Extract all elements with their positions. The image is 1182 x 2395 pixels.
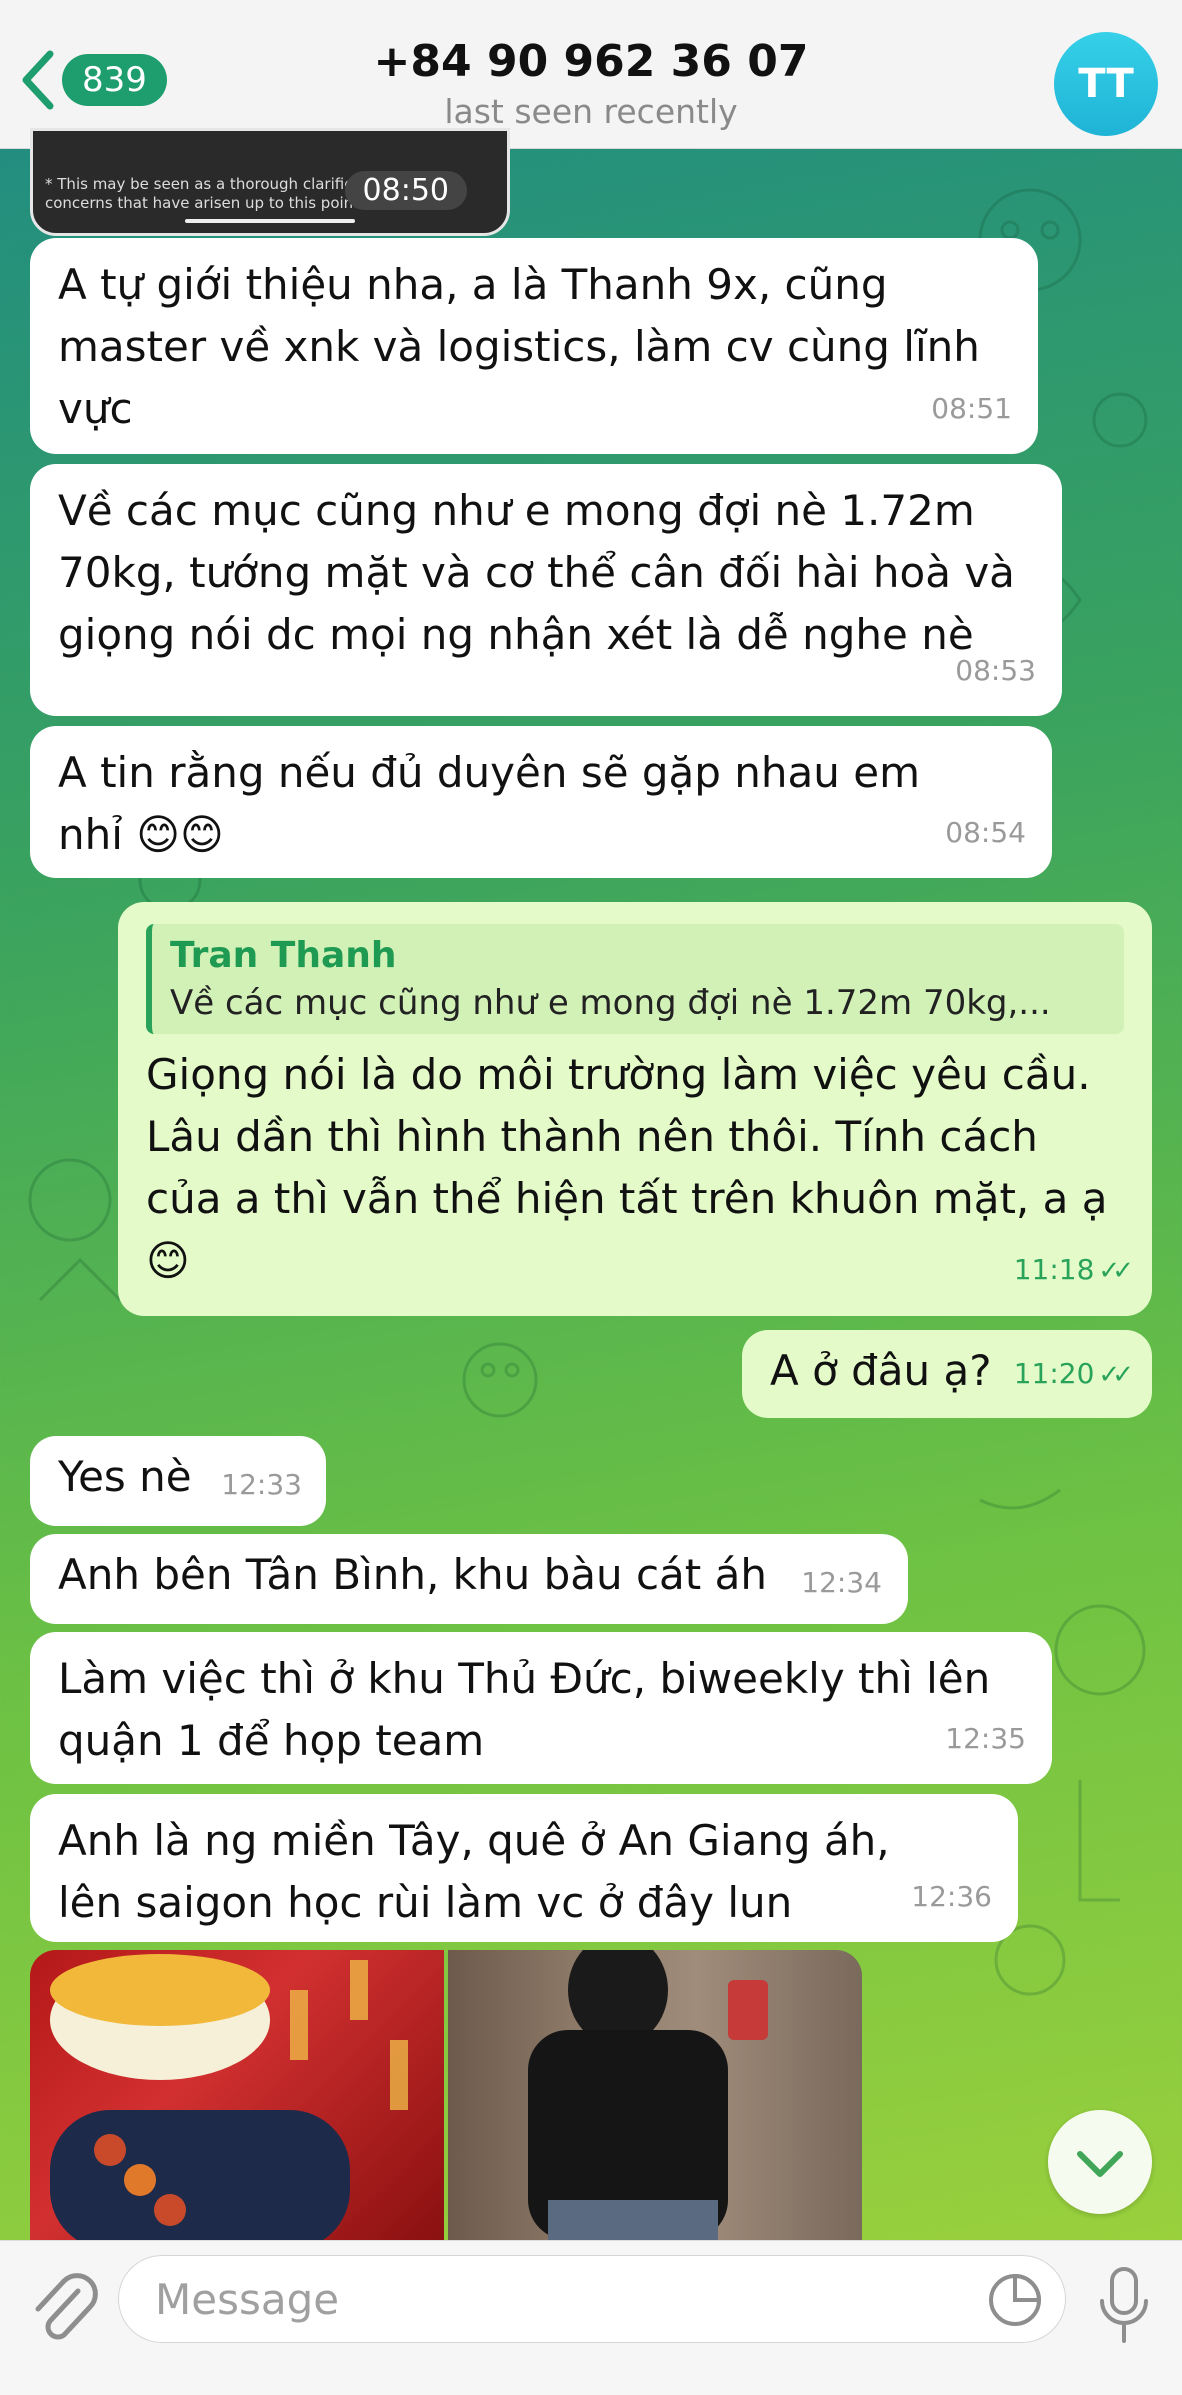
message-text: Anh là ng miền Tây, quê ở An Giang áh, l… — [58, 1816, 890, 1927]
reply-quote[interactable]: Tran Thanh Về các mục cũng như e mong đợ… — [146, 924, 1124, 1034]
chevron-down-icon — [1077, 2151, 1123, 2177]
message-time: 12:35 — [945, 1722, 1026, 1755]
message-bubble[interactable]: Làm việc thì ở khu Thủ Đức, biweekly thì… — [30, 1632, 1052, 1784]
message-time: 12:34 — [801, 1566, 882, 1599]
message-text: A tin rằng nếu đủ duyên sẽ gặp nhau em n… — [58, 748, 921, 859]
message-time: 08:51 — [931, 392, 1012, 425]
message-text: A ở đâu ạ? — [770, 1346, 992, 1395]
message-time: 08:53 — [955, 654, 1036, 687]
message-time: 08:54 — [945, 816, 1026, 849]
photo-attachment[interactable] — [448, 1950, 862, 2240]
message-text: Giọng nói là do môi trường làm việc yêu … — [146, 1050, 1108, 1285]
read-checks-icon: ✓✓ — [1098, 1256, 1133, 1286]
message-text: Anh bên Tân Bình, khu bàu cát áh — [58, 1550, 767, 1599]
mic-icon[interactable] — [1094, 2263, 1154, 2347]
message-bubble[interactable]: Anh là ng miền Tây, quê ở An Giang áh, l… — [30, 1794, 1018, 1942]
message-bubble-outgoing[interactable]: Tran Thanh Về các mục cũng như e mong đợ… — [118, 902, 1152, 1316]
video-progress-bar — [185, 219, 355, 223]
photo-person-red-background — [50, 1954, 408, 2240]
chat-header: 839 +84 90 962 36 07 last seen recently … — [0, 0, 1182, 149]
message-bubble-outgoing[interactable]: A ở đâu ạ? 11:20 ✓✓ — [742, 1330, 1152, 1418]
message-time: 12:33 — [221, 1468, 302, 1501]
reply-author: Tran Thanh — [170, 935, 397, 976]
video-message[interactable]: * This may be seen as a thorough clarifi… — [30, 128, 510, 236]
message-bubble[interactable]: Anh bên Tân Bình, khu bàu cát áh 12:34 — [30, 1534, 908, 1624]
video-time: 08:50 — [344, 171, 467, 210]
message-text: Về các mục cũng như e mong đợi nè 1.72m … — [58, 486, 1015, 659]
read-checks-icon: ✓✓ — [1098, 1360, 1133, 1390]
message-text: Làm việc thì ở khu Thủ Đức, biweekly thì… — [58, 1654, 991, 1765]
message-input[interactable] — [153, 2274, 957, 2325]
sticker-icon[interactable] — [985, 2270, 1045, 2330]
message-text: Yes nè — [58, 1452, 192, 1501]
message-time: 11:18 ✓✓ — [1013, 1253, 1134, 1286]
photo-attachment[interactable] — [30, 1950, 444, 2240]
photo-person-mirror-selfie — [528, 1950, 768, 2240]
message-bubble[interactable]: A tự giới thiệu nha, a là Thanh 9x, cũng… — [30, 238, 1038, 454]
chat-title[interactable]: +84 90 962 36 07 — [0, 36, 1182, 87]
message-time: 12:36 — [911, 1880, 992, 1913]
message-bubble[interactable]: Yes nè 12:33 — [30, 1436, 326, 1526]
message-composer — [0, 2240, 1182, 2395]
message-text: A tự giới thiệu nha, a là Thanh 9x, cũng… — [58, 260, 980, 433]
reply-text: Về các mục cũng như e mong đợi nè 1.72m … — [170, 983, 1051, 1023]
message-input-container — [118, 2255, 1066, 2343]
scroll-to-bottom-button[interactable] — [1048, 2110, 1152, 2214]
attach-icon[interactable] — [28, 2269, 98, 2349]
message-bubble[interactable]: A tin rằng nếu đủ duyên sẽ gặp nhau em n… — [30, 726, 1052, 878]
message-bubble[interactable]: Về các mục cũng như e mong đợi nè 1.72m … — [30, 464, 1062, 716]
avatar[interactable]: TT — [1054, 32, 1158, 136]
message-time: 11:20 ✓✓ — [1013, 1357, 1134, 1390]
last-seen-status: last seen recently — [444, 92, 738, 131]
